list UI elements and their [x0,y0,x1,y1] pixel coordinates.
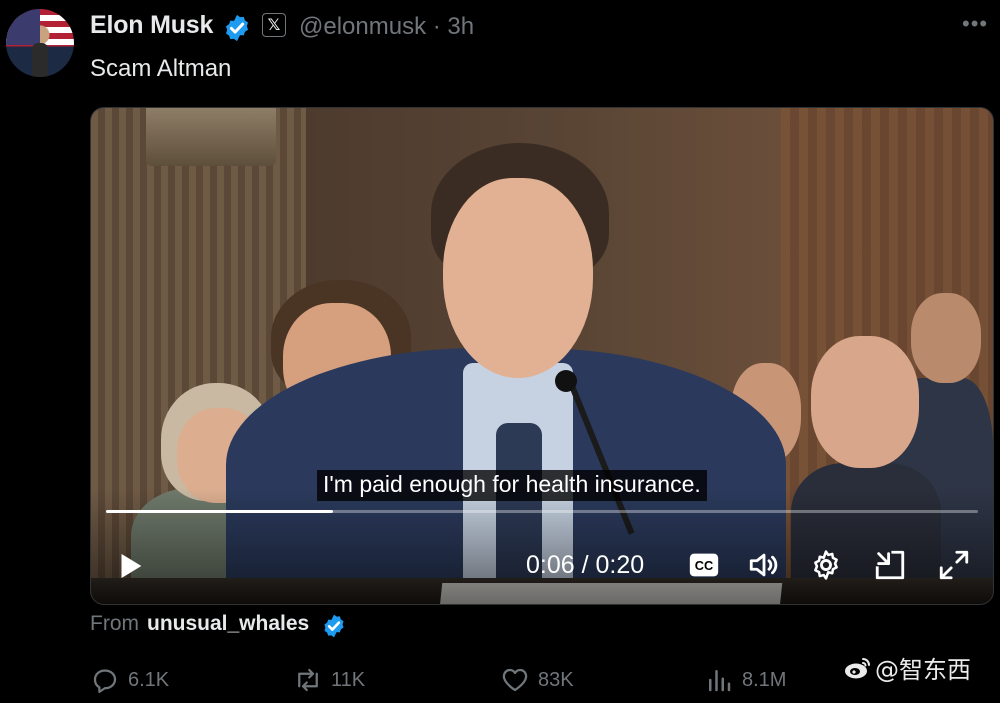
views-button[interactable]: 8.1M [704,664,786,696]
reply-icon [93,669,117,693]
source-user-link[interactable]: unusual_whales [147,612,309,636]
video-controls-shade [91,488,993,604]
repost-count: 11K [331,668,366,691]
fullscreen-icon[interactable] [937,548,971,582]
more-options-icon[interactable]: ••• [962,11,988,37]
weibo-logo-icon [845,657,870,678]
views-count: 8.1M [742,668,787,691]
like-count: 83K [538,668,574,691]
watermark: @智东西 [843,650,971,685]
video-player[interactable]: I'm paid enough for health insurance. 0:… [90,107,994,605]
verified-badge-icon [324,614,344,638]
video-speaker-face [443,178,593,378]
heart-icon [502,668,528,692]
author-name[interactable]: Elon Musk [90,11,213,40]
author-avatar[interactable] [6,9,74,77]
reply-button[interactable]: 6.1K [90,664,169,696]
play-icon[interactable] [113,549,147,583]
watermark-text: @智东西 [875,656,971,684]
video-time: 0:06 / 0:20 [526,551,645,579]
x-affiliate-badge: 𝕏 [262,13,286,37]
tweet-text: Scam Altman [90,55,232,82]
video-progress-bar[interactable] [106,510,978,513]
video-person-shape [811,336,919,468]
like-button[interactable]: 83K [500,664,574,696]
pip-icon[interactable] [873,548,907,582]
cc-icon[interactable]: CC [687,548,721,582]
svg-text:CC: CC [695,558,713,573]
video-person-shape [911,293,981,383]
author-handle-time[interactable]: @elonmusk · 3h [299,13,474,41]
repost-icon [298,668,318,692]
source-from-label: From [90,612,139,635]
views-chart-icon [709,670,731,692]
settings-icon[interactable] [809,548,843,582]
microphone-head [555,370,577,392]
volume-icon[interactable] [747,548,781,582]
reply-count: 6.1K [128,668,170,691]
video-background-fixture [146,108,276,166]
repost-button[interactable]: 11K [293,664,365,696]
video-caption: I'm paid enough for health insurance. [317,470,707,501]
verified-badge-icon [226,14,248,42]
video-progress-fill [106,510,333,513]
